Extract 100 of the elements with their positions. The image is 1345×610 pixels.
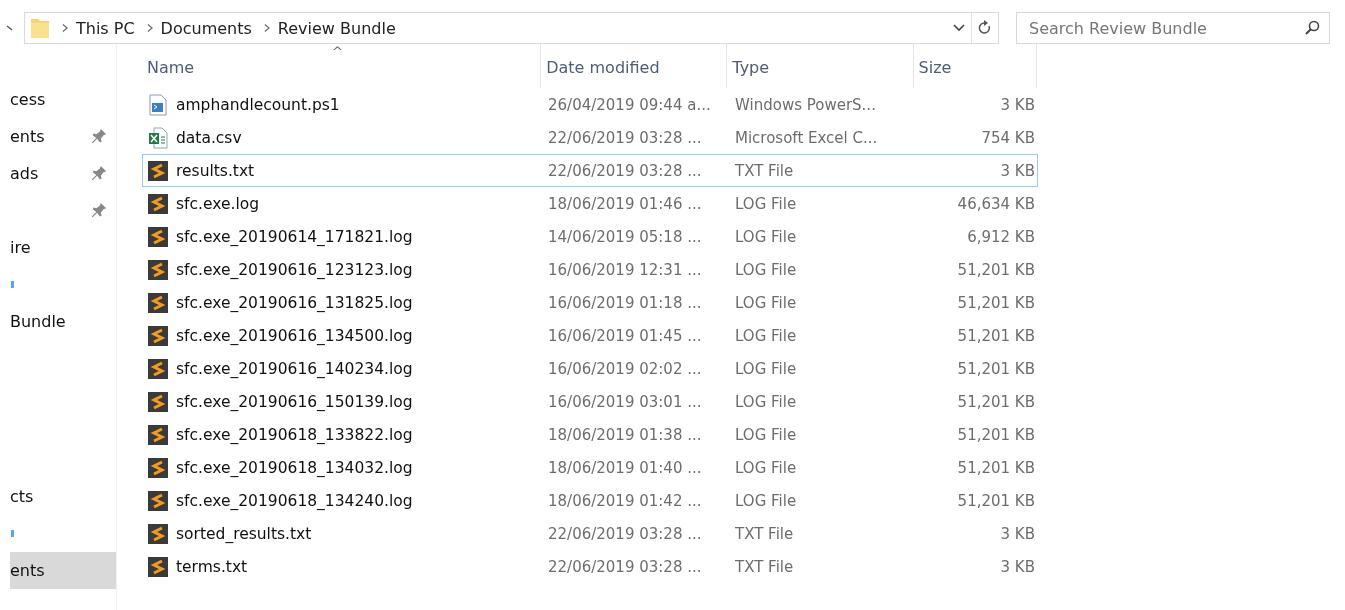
date-modified: 18/06/2019 01:46 ...: [548, 194, 702, 213]
file-row[interactable]: sfc.exe_20190616_140234.log 16/06/2019 02:02 ... LOG File 51,201 KB: [142, 352, 1038, 385]
spreadsheet-file-icon: [148, 126, 168, 149]
nav-item[interactable]: ads: [10, 155, 116, 192]
file-name: sfc.exe_20190616_131825.log: [176, 293, 413, 312]
script-file-icon: [148, 93, 168, 116]
text-file-icon: [148, 192, 168, 215]
file-type: TXT File: [735, 161, 794, 180]
column-header[interactable]: Name ^: [142, 44, 542, 88]
file-type: LOG File: [735, 227, 797, 246]
file-type: LOG File: [735, 260, 797, 279]
date-modified: 16/06/2019 12:31 ...: [548, 260, 702, 279]
date-modified: 14/06/2019 05:18 ...: [548, 227, 702, 246]
folder-icon: [30, 17, 50, 39]
text-file-icon: [148, 555, 168, 578]
text-file-icon: [148, 258, 168, 281]
file-type: LOG File: [735, 359, 797, 378]
file-size: 46,634 KB: [957, 194, 1035, 213]
dropdown-icon[interactable]: [953, 24, 965, 32]
date-modified: 22/06/2019 03:28 ...: [548, 128, 702, 147]
file-row[interactable]: sfc.exe_20190618_134032.log 18/06/2019 01:40 ... LOG File 51,201 KB: [142, 451, 1038, 484]
file-type: LOG File: [735, 392, 797, 411]
text-file-icon: [148, 390, 168, 413]
file-name: terms.txt: [176, 557, 248, 576]
file-row[interactable]: results.txt 22/06/2019 03:28 ... TXT File 3 KB: [142, 154, 1038, 187]
file-type: TXT File: [735, 524, 794, 543]
expand-icon[interactable]: [11, 281, 14, 288]
nav-item[interactable]: cess: [10, 81, 116, 118]
file-type: LOG File: [735, 425, 797, 444]
file-name: sfc.exe.log: [176, 194, 260, 213]
file-size: 51,201 KB: [957, 293, 1035, 312]
file-name: sfc.exe_20190616_134500.log: [176, 326, 413, 345]
text-file-icon: [148, 225, 168, 248]
file-name: sfc.exe_20190618_134032.log: [176, 458, 413, 477]
file-row[interactable]: sfc.exe.log 18/06/2019 01:46 ... LOG File 46,634 KB: [142, 187, 1038, 220]
file-size: 51,201 KB: [957, 392, 1035, 411]
date-modified: 22/06/2019 03:28 ...: [548, 524, 702, 543]
file-row[interactable]: amphandlecount.ps1 26/04/2019 09:44 a... Windows PowerS... 3 KB: [142, 88, 1038, 121]
nav-item[interactable]: cts: [10, 478, 116, 515]
file-row[interactable]: sfc.exe_20190618_134240.log 18/06/2019 01:42 ... LOG File 51,201 KB: [142, 484, 1038, 517]
date-modified: 26/04/2019 09:44 a...: [548, 95, 711, 114]
file-row[interactable]: sfc.exe_20190616_134500.log 16/06/2019 01:45 ... LOG File 51,201 KB: [142, 319, 1038, 352]
date-modified: 22/06/2019 03:28 ...: [548, 557, 702, 576]
file-name: sfc.exe_20190616_140234.log: [176, 359, 413, 378]
date-modified: 16/06/2019 03:01 ...: [548, 392, 702, 411]
column-header[interactable]: Date modified: [541, 44, 728, 88]
file-row[interactable]: sfc.exe_20190616_150139.log 16/06/2019 03:01 ... LOG File 51,201 KB: [142, 385, 1038, 418]
file-size: 51,201 KB: [957, 491, 1035, 510]
file-name: sfc.exe_20190616_150139.log: [176, 392, 413, 411]
date-modified: 16/06/2019 01:45 ...: [548, 326, 702, 345]
file-name: sorted_results.txt: [176, 524, 312, 543]
file-name: sfc.exe_20190618_134240.log: [176, 491, 413, 510]
file-size: 3 KB: [1000, 95, 1035, 114]
file-size: 51,201 KB: [957, 359, 1035, 378]
text-file-icon: [148, 291, 168, 314]
file-size: 51,201 KB: [957, 326, 1035, 345]
file-size: 51,201 KB: [957, 458, 1035, 477]
column-header[interactable]: Type: [727, 44, 914, 88]
file-type: LOG File: [735, 293, 797, 312]
file-size: 51,201 KB: [957, 425, 1035, 444]
file-type: LOG File: [735, 491, 797, 510]
file-name: data.csv: [176, 128, 242, 147]
text-file-icon: [148, 489, 168, 512]
search-field[interactable]: Search Review Bundle: [1016, 12, 1330, 44]
file-type: Microsoft Excel C...: [735, 128, 878, 147]
file-row[interactable]: data.csv 22/06/2019 03:28 ... Microsoft Excel C... 754 KB: [142, 121, 1038, 154]
file-size: 754 KB: [981, 128, 1035, 147]
file-size: 3 KB: [1000, 524, 1035, 543]
expand-icon[interactable]: [11, 530, 14, 537]
file-name: results.txt: [176, 161, 255, 180]
file-name: sfc.exe_20190618_133822.log: [176, 425, 413, 444]
breadcrumb-item[interactable]: This PC: [76, 18, 135, 38]
breadcrumb-item[interactable]: Documents: [160, 18, 252, 38]
file-row[interactable]: sorted_results.txt 22/06/2019 03:28 ... TXT File 3 KB: [142, 517, 1038, 550]
search-icon[interactable]: [1304, 20, 1320, 36]
date-modified: 18/06/2019 01:42 ...: [548, 491, 702, 510]
file-row[interactable]: sfc.exe_20190616_131825.log 16/06/2019 01:18 ... LOG File 51,201 KB: [142, 286, 1038, 319]
text-file-icon: [148, 357, 168, 380]
file-type: TXT File: [735, 557, 794, 576]
file-type: LOG File: [735, 458, 797, 477]
file-name: sfc.exe_20190614_171821.log: [176, 227, 413, 246]
sort-arrow: ^: [332, 45, 343, 58]
file-row[interactable]: sfc.exe_20190616_123123.log 16/06/2019 12:31 ... LOG File 51,201 KB: [142, 253, 1038, 286]
date-modified: 16/06/2019 02:02 ...: [548, 359, 702, 378]
nav-item[interactable]: ire: [10, 229, 116, 266]
nav-item[interactable]: ents: [10, 552, 116, 589]
breadcrumb-item[interactable]: Review Bundle: [277, 18, 396, 38]
column-header[interactable]: Size: [913, 44, 1037, 88]
file-size: 3 KB: [1000, 557, 1035, 576]
file-row[interactable]: sfc.exe_20190614_171821.log 14/06/2019 05:18 ... LOG File 6,912 KB: [142, 220, 1038, 253]
file-size: 3 KB: [1000, 161, 1035, 180]
address-bar[interactable]: This PC Documents Review Bundle: [24, 12, 999, 44]
text-file-icon: [148, 423, 168, 446]
date-modified: 22/06/2019 03:28 ...: [548, 161, 702, 180]
nav-item[interactable]: ents: [10, 118, 116, 155]
file-name: sfc.exe_20190616_123123.log: [176, 260, 413, 279]
nav-item[interactable]: Bundle: [10, 303, 116, 340]
file-row[interactable]: terms.txt 22/06/2019 03:28 ... TXT File 3 KB: [142, 550, 1038, 583]
file-row[interactable]: sfc.exe_20190618_133822.log 18/06/2019 01:38 ... LOG File 51,201 KB: [142, 418, 1038, 451]
file-size: 6,912 KB: [967, 227, 1035, 246]
